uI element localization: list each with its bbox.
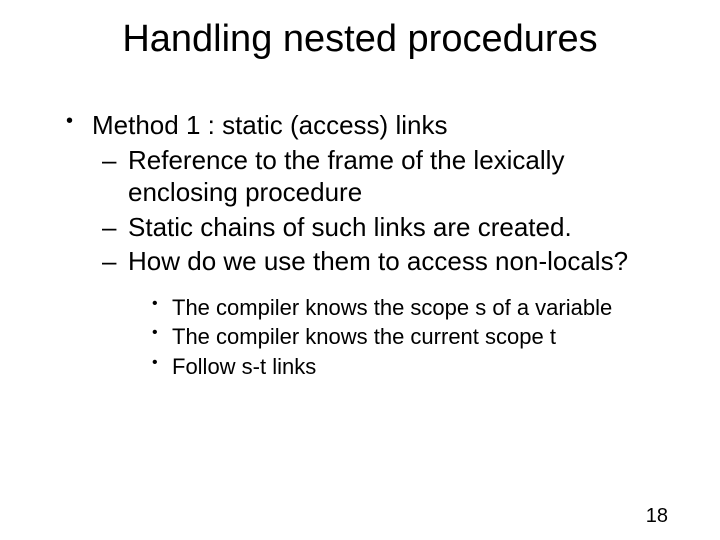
bullet-text: Follow s-t links	[172, 354, 316, 379]
bullet-text: The compiler knows the scope s of a vari…	[172, 295, 612, 320]
bullet-level3: The compiler knows the scope s of a vari…	[60, 294, 675, 322]
slide-body: Method 1 : static (access) links Referen…	[60, 109, 675, 380]
bullet-level2: Static chains of such links are created.	[60, 211, 675, 244]
slide-title: Handling nested procedures	[0, 18, 720, 61]
bullet-text: How do we use them to access non-locals?	[128, 246, 628, 276]
bullet-text: The compiler knows the current scope t	[172, 324, 556, 349]
page-number: 18	[646, 505, 668, 528]
bullet-level2: How do we use them to access non-locals?	[60, 245, 675, 278]
bullet-text: Method 1 : static (access) links	[92, 110, 447, 140]
bullet-level3: The compiler knows the current scope t	[60, 323, 675, 351]
slide: Handling nested procedures Method 1 : st…	[0, 18, 720, 540]
bullet-level2: Reference to the frame of the lexically …	[60, 144, 675, 209]
bullet-level3: Follow s-t links	[60, 353, 675, 381]
bullet-text: Static chains of such links are created.	[128, 212, 572, 242]
bullet-text: Reference to the frame of the lexically …	[128, 145, 564, 208]
spacer	[60, 280, 675, 294]
bullet-level1: Method 1 : static (access) links	[60, 109, 675, 142]
